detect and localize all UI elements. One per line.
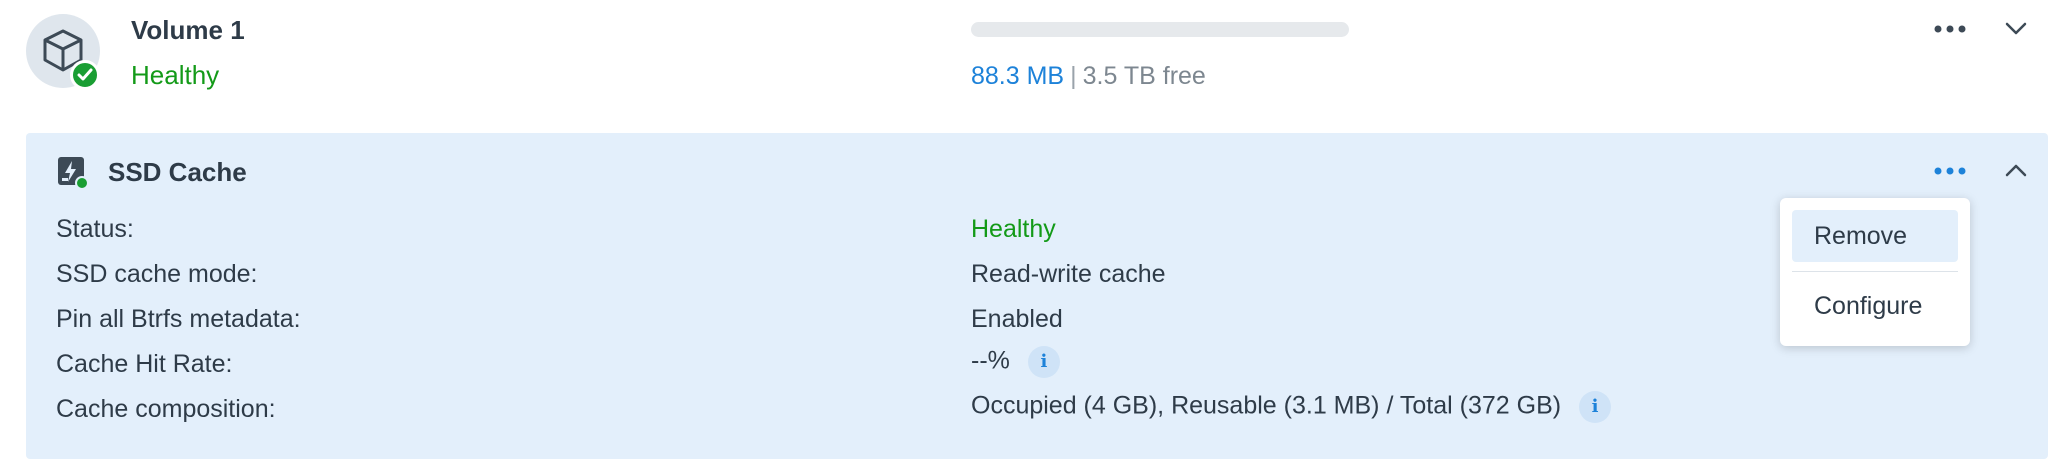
pin-metadata-value: Enabled [971,305,1063,333]
status-label: Status: [56,215,134,243]
menu-divider [1792,271,1958,272]
ssd-cache-icon [57,156,89,190]
chevron-up-icon [2005,164,2027,177]
volume-title: Volume 1 [131,15,245,45]
more-dots-icon [1934,167,1966,175]
volume-status: Healthy [131,60,220,90]
usage-bar [971,22,1349,37]
composition-row: Occupied (4 GB), Reusable (3.1 MB) / Tot… [971,391,1612,423]
usage-used: 88.3 MB [971,62,1065,90]
hit-rate-row: --% i [971,346,1060,378]
cache-mode-value: Read-write cache [971,260,1166,288]
more-dots-icon [1934,25,1966,33]
chevron-down-icon [2005,22,2027,35]
volume-expand-button[interactable] [1996,14,2036,44]
hit-rate-value: --% [971,346,1010,375]
ssd-cache-title: SSD Cache [108,157,247,187]
usage-separator: | [1070,62,1077,90]
usage-text: 88.3 MB | 3.5 TB free [971,62,1206,91]
volume-more-button[interactable] [1930,14,1970,44]
status-value: Healthy [971,215,1056,243]
check-circle-icon [70,60,100,90]
info-icon[interactable]: i [1027,346,1060,378]
hit-rate-label: Cache Hit Rate: [56,350,233,378]
cache-collapse-button[interactable] [1996,156,2036,186]
info-icon[interactable]: i [1579,391,1612,423]
composition-label: Cache composition: [56,395,276,423]
cache-actions-menu: Remove Configure [1780,198,1970,346]
menu-item-remove[interactable]: Remove [1792,210,1958,262]
pin-metadata-label: Pin all Btrfs metadata: [56,305,301,333]
usage-free: 3.5 TB free [1082,62,1206,90]
cache-mode-label: SSD cache mode: [56,260,258,288]
menu-item-configure[interactable]: Configure [1792,280,1958,332]
cache-more-button[interactable] [1930,156,1970,186]
composition-value: Occupied (4 GB), Reusable (3.1 MB) / Tot… [971,391,1562,420]
